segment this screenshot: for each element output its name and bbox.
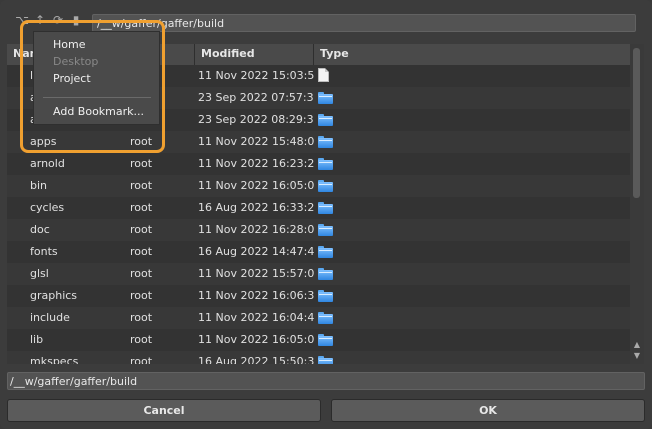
file-modified: 11 Nov 2022 16:06:31: [198, 289, 314, 302]
table-row[interactable]: lib root 11 Nov 2022 16:05:09: [7, 329, 630, 351]
file-owner: root: [130, 355, 153, 364]
table-row[interactable]: mkspecs root 16 Aug 2022 15:50:37: [7, 351, 630, 364]
file-type: [318, 87, 348, 109]
table-row[interactable]: graphics root 11 Nov 2022 16:06:31: [7, 285, 630, 307]
file-owner: root: [130, 333, 153, 346]
file-name: arnold: [30, 157, 65, 170]
file-name: mkspecs: [30, 355, 79, 364]
file-owner: root: [130, 289, 153, 302]
file-owner: root: [130, 311, 153, 324]
menu-item-home[interactable]: Home: [53, 37, 85, 53]
file-modified: 11 Nov 2022 16:23:20: [198, 157, 314, 170]
file-name: fonts: [30, 245, 58, 258]
file-modified: 11 Nov 2022 15:57:00: [198, 267, 314, 280]
file-name: lib: [30, 333, 44, 346]
file-type: [318, 285, 348, 307]
file-name: glsl: [30, 267, 49, 280]
file-name: bin: [30, 179, 48, 192]
file-owner: root: [130, 201, 153, 214]
file-name: include: [30, 311, 70, 324]
table-row[interactable]: arnold root 11 Nov 2022 16:23:20: [7, 153, 630, 175]
column-header-type[interactable]: Type: [314, 44, 630, 65]
folder-icon: [318, 290, 333, 302]
table-row[interactable]: fonts root 16 Aug 2022 14:47:44: [7, 241, 630, 263]
file-browser-dialog: ⌥ ↑ ⟳ ▮ /__w/gaffer/gaffer/build Nam r M…: [0, 0, 652, 429]
file-name: apps: [30, 135, 57, 148]
table-row[interactable]: apps root 11 Nov 2022 15:48:04: [7, 131, 630, 153]
file-owner: root: [130, 223, 153, 236]
path-breadcrumb-field[interactable]: /__w/gaffer/gaffer/build: [92, 14, 636, 32]
folder-icon: [318, 136, 333, 148]
ok-button[interactable]: OK: [331, 399, 645, 422]
table-row[interactable]: glsl root 11 Nov 2022 15:57:00: [7, 263, 630, 285]
refresh-icon[interactable]: ⟳: [50, 12, 66, 28]
file-owner: root: [130, 179, 153, 192]
file-modified: 16 Aug 2022 16:33:20: [198, 201, 314, 214]
folder-icon: [318, 114, 333, 126]
table-row[interactable]: include root 11 Nov 2022 16:04:47: [7, 307, 630, 329]
vertical-scrollbar[interactable]: ▲ ▼: [630, 44, 644, 364]
file-type: [318, 241, 348, 263]
bookmarks-icon[interactable]: ⌥: [14, 12, 30, 28]
folder-icon: [318, 158, 333, 170]
column-header-modified[interactable]: Modified: [195, 44, 314, 65]
folder-icon: [318, 356, 333, 364]
file-type: [318, 131, 348, 153]
file-type: [318, 109, 348, 131]
file-type: [318, 263, 348, 285]
menu-item-desktop: Desktop: [53, 55, 99, 68]
file-modified: 11 Nov 2022 15:03:57: [198, 69, 314, 82]
folder-icon: [318, 312, 333, 324]
folder-icon: [318, 180, 333, 192]
file-modified: 16 Aug 2022 14:47:44: [198, 245, 314, 258]
file-type: [318, 219, 348, 241]
file-icon: [318, 68, 329, 82]
file-owner: root: [130, 135, 153, 148]
scroll-up-icon[interactable]: ▲: [632, 340, 642, 350]
file-type: [318, 307, 348, 329]
file-type: [318, 153, 348, 175]
folder-icon: [318, 224, 333, 236]
menu-item-project[interactable]: Project: [53, 71, 91, 87]
file-name: graphics: [30, 289, 78, 302]
file-modified: 11 Nov 2022 16:05:00: [198, 179, 314, 192]
file-modified: 11 Nov 2022 16:05:09: [198, 333, 314, 346]
folder-icon: [318, 246, 333, 258]
folder-icon: [318, 202, 333, 214]
file-type: [318, 175, 348, 197]
file-name: doc: [30, 223, 50, 236]
folder-icon: [318, 268, 333, 280]
file-modified: 23 Sep 2022 07:57:38: [198, 91, 314, 104]
folder-icon: [318, 334, 333, 346]
up-directory-icon[interactable]: ↑: [32, 12, 48, 28]
cancel-button[interactable]: Cancel: [7, 399, 321, 422]
scroll-down-icon[interactable]: ▼: [632, 351, 642, 361]
menu-separator: [43, 97, 151, 98]
file-modified: 11 Nov 2022 16:28:08: [198, 223, 314, 236]
file-owner: root: [130, 245, 153, 258]
table-row[interactable]: cycles root 16 Aug 2022 16:33:20: [7, 197, 630, 219]
path-input[interactable]: /__w/gaffer/gaffer/build: [7, 372, 645, 390]
folder-icon: [318, 92, 333, 104]
new-folder-icon[interactable]: ▮: [68, 12, 84, 28]
file-type: [318, 329, 348, 351]
table-row[interactable]: doc root 11 Nov 2022 16:28:08: [7, 219, 630, 241]
file-type: [318, 351, 348, 364]
file-modified: 11 Nov 2022 15:48:04: [198, 135, 314, 148]
table-row[interactable]: bin root 11 Nov 2022 16:05:00: [7, 175, 630, 197]
file-type: [318, 197, 348, 219]
file-type: [318, 65, 348, 87]
file-owner: root: [130, 267, 153, 280]
file-name: cycles: [30, 201, 65, 214]
file-modified: 23 Sep 2022 08:29:36: [198, 113, 314, 126]
scrollbar-thumb[interactable]: [633, 48, 640, 198]
file-modified: 16 Aug 2022 15:50:37: [198, 355, 314, 364]
file-owner: root: [130, 157, 153, 170]
file-modified: 11 Nov 2022 16:04:47: [198, 311, 314, 324]
menu-item-add-bookmark[interactable]: Add Bookmark...: [53, 104, 144, 120]
bookmarks-menu: Home Desktop Project Add Bookmark...: [33, 31, 160, 125]
